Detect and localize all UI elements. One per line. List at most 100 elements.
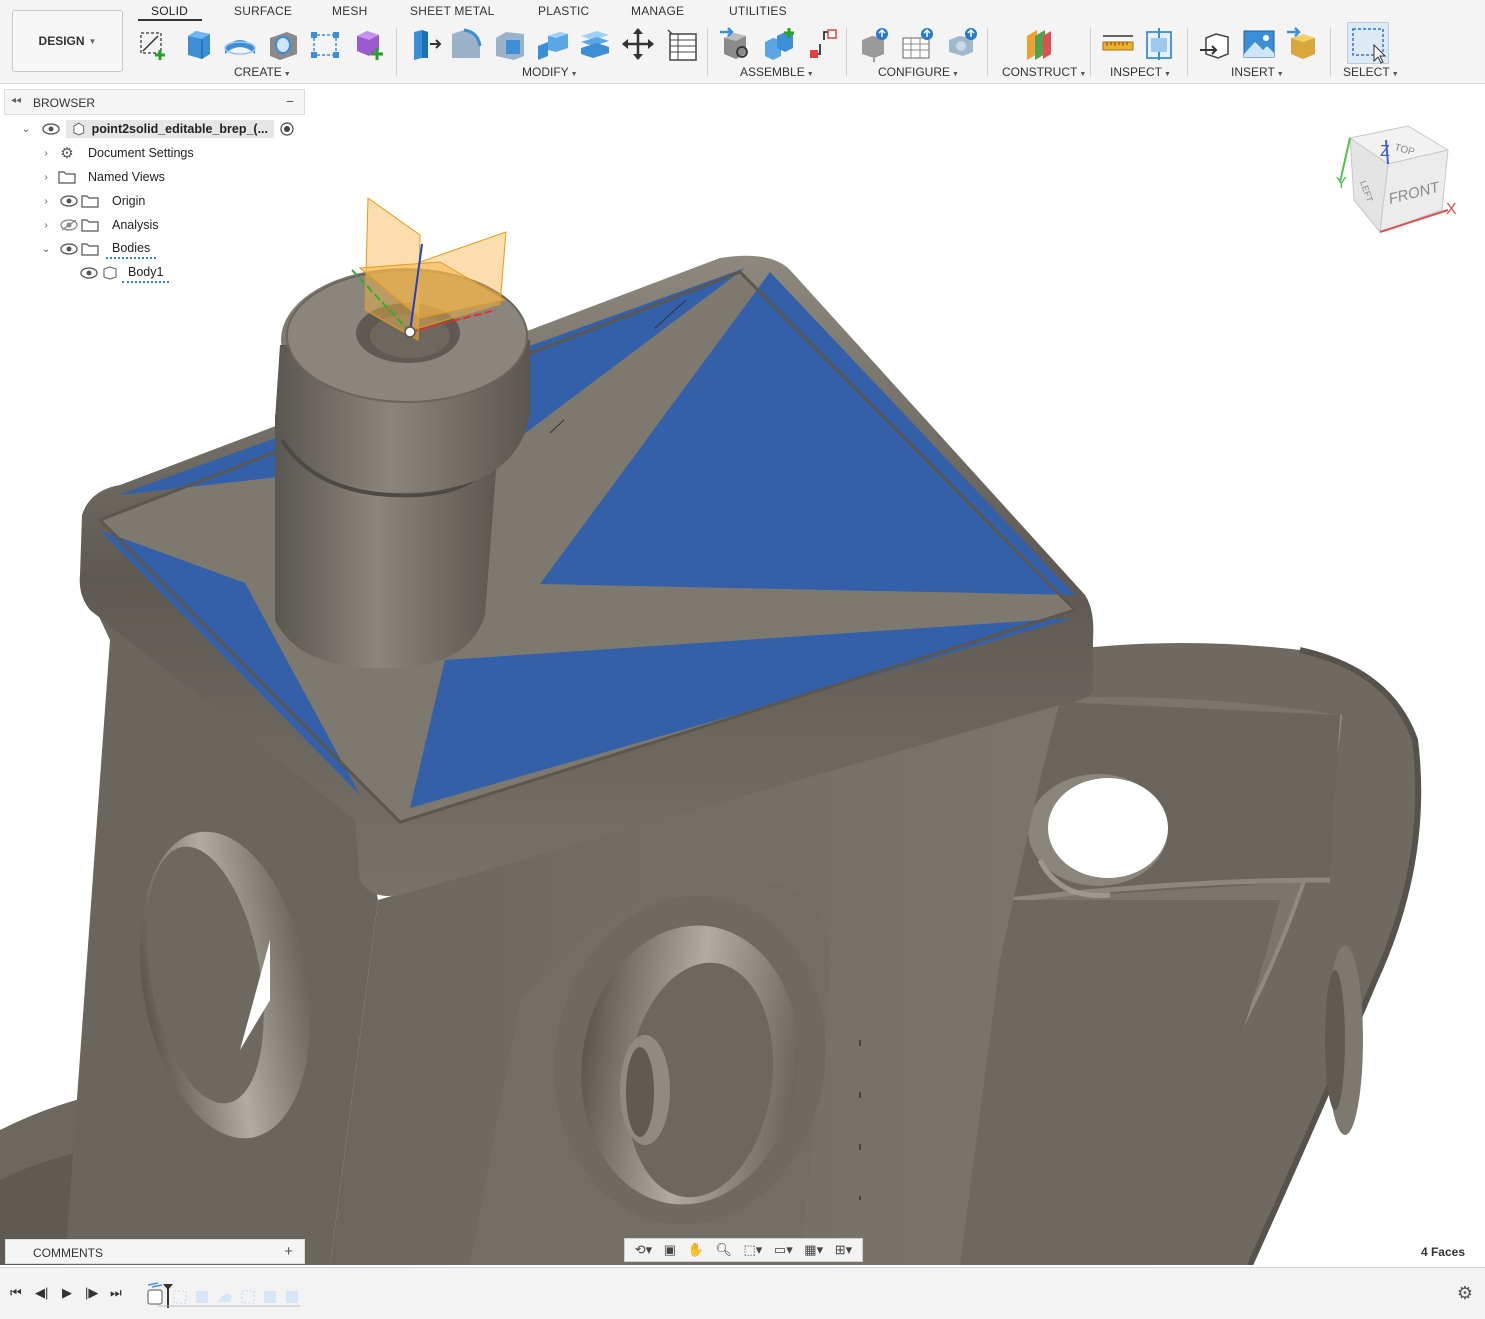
browser-header[interactable]: ◂◂ BROWSER − [4,89,305,115]
selection-status: 4 Faces [1420,1245,1465,1259]
activate-radio-icon[interactable] [280,122,294,136]
chevron-right-icon[interactable]: › [40,148,52,159]
insert-derive-icon[interactable] [1198,26,1234,62]
extrude-icon[interactable] [180,26,216,62]
pan-icon[interactable]: ✋ [688,1242,704,1258]
browser-item-body1[interactable]: Body1 [80,262,170,284]
eye-icon[interactable] [60,243,78,255]
orbit-icon[interactable]: ⟲▾ [635,1242,652,1258]
window-select-icon[interactable] [1347,22,1389,64]
group-assemble-label: ASSEMBLE [740,65,805,79]
zoom-icon[interactable]: 🔍︎ [715,1242,732,1258]
step-forward-icon[interactable]: |▶︎ [85,1285,98,1301]
viewports-icon[interactable]: ⊞▾ [835,1242,852,1258]
chevron-down-icon: ▼ [88,36,97,46]
tab-surface[interactable]: SURFACE [234,4,292,18]
timeline-feature-extrude-icon [196,1291,208,1303]
chevron-right-icon[interactable]: › [40,220,52,231]
configure-table-icon[interactable] [901,26,937,62]
tab-plastic[interactable]: PLASTIC [538,4,589,18]
measure-icon[interactable] [1100,26,1136,62]
add-comment-icon[interactable]: + [284,1243,293,1260]
as-built-joint-icon[interactable] [804,26,840,62]
browser-item-document-settings[interactable]: › ⚙ Document Settings [40,142,200,164]
pattern-icon[interactable] [307,26,343,62]
create-sketch-icon[interactable] [136,26,172,62]
fillet-icon[interactable] [448,26,484,62]
group-construct-label: CONSTRUCT [1002,65,1078,79]
workspace-switcher[interactable]: DESIGN ▼ [12,10,123,72]
offset-plane-icon[interactable] [1021,26,1057,62]
group-insert-label: INSERT [1231,65,1275,79]
viewcube[interactable]: TOP LEFT FRONT X Y Z [1330,120,1460,240]
origin-label: Origin [106,192,152,210]
eye-icon[interactable] [60,195,78,207]
revolve-icon[interactable] [222,26,258,62]
create-form-icon[interactable] [351,26,387,62]
fusion-window: DESIGN ▼ SOLID SURFACE MESH SHEET METAL … [0,0,1485,1319]
collapse-panel-icon[interactable]: ◂◂ [11,95,21,106]
browser-item-named-views[interactable]: › Named Views [40,166,171,188]
chevron-down-icon[interactable]: ⌄ [40,244,52,255]
section-analysis-icon[interactable] [1143,26,1179,62]
joint-icon[interactable] [761,26,797,62]
body1-label: Body1 [122,263,170,283]
tab-solid[interactable]: SOLID [151,4,188,18]
gear-icon[interactable]: ⚙ [1457,1283,1473,1304]
tab-manage[interactable]: MANAGE [631,4,684,18]
move-copy-icon[interactable] [620,26,656,62]
look-at-icon[interactable]: ▣ [664,1242,676,1258]
eye-icon[interactable] [42,123,60,135]
timeline-feature-sketch-icon [241,1290,255,1304]
insert-mcmaster-icon[interactable] [1285,26,1321,62]
browser-root-item[interactable]: ⌄ point2solid_editable_brep_(... [20,118,294,140]
step-back-icon[interactable]: ◀︎| [35,1285,48,1301]
display-settings-icon[interactable]: ▭▾ [774,1242,793,1258]
group-inspect[interactable]: INSPECT ▼ [1110,65,1171,79]
browser-item-bodies[interactable]: ⌄ Bodies [40,238,157,260]
divider [707,28,708,76]
eye-icon[interactable] [80,267,98,279]
chevron-down-icon: ▼ [1391,71,1399,78]
change-parameters-icon[interactable] [664,26,700,62]
tab-utilities[interactable]: UTILITIES [729,4,787,18]
fit-icon[interactable]: ⬚▾ [744,1242,763,1258]
comments-panel[interactable]: COMMENTS + [5,1239,305,1264]
minimize-icon[interactable]: − [286,93,294,109]
insert-canvas-icon[interactable] [1241,26,1277,62]
gear-icon: ⚙ [60,145,74,162]
group-create[interactable]: CREATE ▼ [234,65,291,79]
group-select[interactable]: SELECT ▼ [1343,65,1399,79]
group-construct[interactable]: CONSTRUCT ▼ [1002,65,1086,79]
chamfer-icon[interactable] [492,26,528,62]
browser-item-origin[interactable]: › Origin [40,190,152,212]
chevron-down-icon[interactable]: ⌄ [20,124,32,135]
new-component-icon[interactable] [718,26,754,62]
eye-hidden-icon[interactable] [60,219,78,231]
tab-sheet-metal[interactable]: SHEET METAL [410,4,494,18]
timeline-track[interactable] [144,1282,308,1308]
grid-settings-icon[interactable]: ▦▾ [804,1242,823,1258]
configure-rules-icon[interactable] [945,26,981,62]
hole-icon[interactable] [265,26,301,62]
press-pull-icon[interactable] [406,26,442,62]
folder-icon [81,243,99,256]
play-icon[interactable]: ▶︎ [62,1285,72,1301]
divider [1090,28,1091,76]
timeline-feature-sketch-icon [173,1290,187,1304]
timeline-feature-fillet-icon [286,1291,298,1303]
group-assemble[interactable]: ASSEMBLE ▼ [740,65,814,79]
viewcube-x-axis-label: X [1446,201,1457,218]
group-configure[interactable]: CONFIGURE ▼ [878,65,959,79]
tab-mesh[interactable]: MESH [332,4,367,18]
chevron-right-icon[interactable]: › [40,172,52,183]
browser-item-analysis[interactable]: › Analysis [40,214,165,236]
group-insert[interactable]: INSERT ▼ [1231,65,1284,79]
shell-icon[interactable] [534,26,570,62]
group-modify[interactable]: MODIFY ▼ [522,65,578,79]
go-to-end-icon[interactable]: ⏭ [110,1285,122,1301]
go-to-start-icon[interactable]: ⏮ [10,1285,22,1301]
combine-icon[interactable] [577,26,613,62]
configure-component-icon[interactable] [858,26,894,62]
chevron-right-icon[interactable]: › [40,196,52,207]
